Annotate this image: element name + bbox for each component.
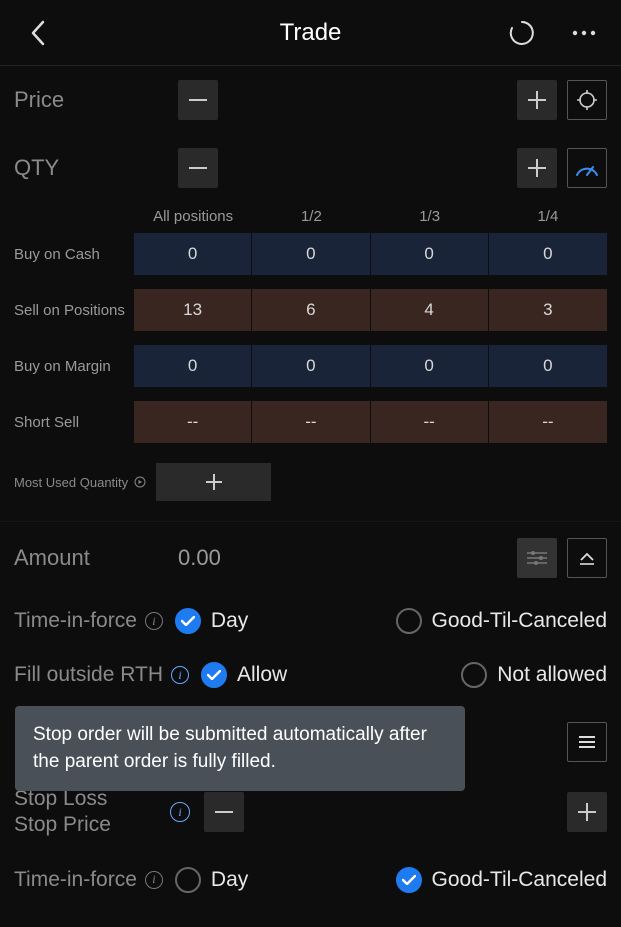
quantity-cell[interactable]: 0: [489, 345, 607, 387]
back-button[interactable]: [18, 13, 58, 53]
crosshair-icon: [575, 88, 599, 112]
quantity-row-label: Sell on Positions: [14, 302, 134, 319]
header: Trade: [0, 0, 621, 66]
most-used-row: Most Used Quantity: [0, 459, 621, 521]
price-label: Price: [14, 87, 164, 113]
plus-icon: [578, 803, 596, 821]
price-target-button[interactable]: [567, 80, 607, 120]
quantity-cell[interactable]: --: [252, 401, 370, 443]
quantity-cell[interactable]: 0: [134, 233, 252, 275]
quantity-row-label: Buy on Margin: [14, 358, 134, 375]
quantity-cell[interactable]: 0: [252, 233, 370, 275]
add-most-used-button[interactable]: [156, 463, 271, 501]
quantity-cell[interactable]: --: [371, 401, 489, 443]
price-minus-button[interactable]: [178, 80, 218, 120]
amount-collapse-button[interactable]: [567, 538, 607, 578]
qty-minus-button[interactable]: [178, 148, 218, 188]
qty-gauge-button[interactable]: [567, 148, 607, 188]
amount-row: Amount 0.00: [0, 521, 621, 594]
minus-icon: [189, 167, 207, 169]
quantity-cell[interactable]: 3: [489, 289, 607, 331]
time-in-force-row: Time-in-force i Day Good-Til-Canceled: [0, 594, 621, 648]
tooltip: Stop order will be submitted automatical…: [15, 706, 465, 791]
col-1-3: 1/3: [371, 208, 489, 225]
stop-tif-row: Time-in-force i Day Good-Til-Canceled: [0, 853, 621, 907]
stop-tif-option-day[interactable]: Day: [175, 867, 248, 893]
quantity-cell[interactable]: --: [134, 401, 252, 443]
fill-option-allow[interactable]: Allow: [201, 662, 287, 688]
quantity-row-label: Short Sell: [14, 414, 134, 431]
fill-outside-rth-row: Fill outside RTH i Allow Not allowed: [0, 648, 621, 702]
fill-option-not-allowed[interactable]: Not allowed: [461, 662, 607, 688]
stop-price-plus-button[interactable]: [567, 792, 607, 832]
minus-icon: [215, 811, 233, 813]
radio-unchecked-icon: [461, 662, 487, 688]
sliders-icon: [526, 549, 548, 567]
amount-label: Amount: [14, 545, 164, 571]
ellipsis-icon: [572, 30, 596, 36]
chevron-up-box-icon: [577, 550, 597, 566]
quantity-cell[interactable]: 4: [371, 289, 489, 331]
info-icon[interactable]: i: [145, 871, 163, 889]
tif-option-gtc[interactable]: Good-Til-Canceled: [396, 608, 607, 634]
qty-plus-button[interactable]: [517, 148, 557, 188]
info-icon[interactable]: i: [170, 802, 190, 822]
quantity-row: Buy on Margin0000: [14, 345, 607, 387]
refresh-button[interactable]: [503, 13, 541, 53]
chevron-left-icon: [29, 19, 47, 47]
plus-icon: [528, 159, 546, 177]
info-icon[interactable]: i: [145, 612, 163, 630]
expand-icon: [134, 476, 146, 488]
quantity-cell[interactable]: 0: [134, 345, 252, 387]
radio-checked-icon: [201, 662, 227, 688]
stop-tif-option-gtc[interactable]: Good-Til-Canceled: [396, 867, 607, 893]
quantity-table: All positions 1/2 1/3 1/4 Buy on Cash000…: [0, 202, 621, 459]
plus-icon: [206, 474, 222, 490]
price-plus-button[interactable]: [517, 80, 557, 120]
col-1-2: 1/2: [252, 208, 370, 225]
quantity-table-header: All positions 1/2 1/3 1/4: [14, 208, 607, 225]
col-1-4: 1/4: [489, 208, 607, 225]
tif-option-day[interactable]: Day: [175, 608, 248, 634]
col-all: All positions: [134, 208, 252, 225]
radio-unchecked-icon: [175, 867, 201, 893]
radio-checked-icon: [175, 608, 201, 634]
fill-outside-label: Fill outside RTH i: [14, 663, 189, 687]
stop-loss-price-row: Stop Loss Stop Price i: [0, 782, 621, 853]
most-used-label: Most Used Quantity: [14, 475, 146, 490]
quantity-row: Sell on Positions13643: [14, 289, 607, 331]
radio-unchecked-icon: [396, 608, 422, 634]
page-title: Trade: [280, 19, 342, 47]
gauge-icon: [574, 158, 600, 178]
stop-tif-label: Time-in-force i: [14, 868, 163, 892]
attached-order-menu-button[interactable]: [567, 722, 607, 762]
stop-price-minus-button[interactable]: [204, 792, 244, 832]
plus-icon: [528, 91, 546, 109]
more-button[interactable]: [565, 13, 603, 53]
quantity-row: Short Sell--------: [14, 401, 607, 443]
menu-icon: [577, 734, 597, 750]
quantity-cell[interactable]: 0: [371, 345, 489, 387]
quantity-row: Buy on Cash0000: [14, 233, 607, 275]
qty-label: QTY: [14, 155, 164, 181]
radio-checked-icon: [396, 867, 422, 893]
quantity-cell[interactable]: 6: [252, 289, 370, 331]
amount-value: 0.00: [178, 545, 221, 571]
price-row: Price: [0, 66, 621, 134]
quantity-cell[interactable]: --: [489, 401, 607, 443]
quantity-cell[interactable]: 0: [371, 233, 489, 275]
stop-loss-label: Stop Loss Stop Price: [14, 786, 164, 839]
qty-row: QTY: [0, 134, 621, 202]
info-icon[interactable]: i: [171, 666, 189, 684]
quantity-row-label: Buy on Cash: [14, 246, 134, 263]
amount-sliders-button[interactable]: [517, 538, 557, 578]
tif-label: Time-in-force i: [14, 609, 163, 633]
quantity-cell[interactable]: 0: [252, 345, 370, 387]
minus-icon: [189, 99, 207, 101]
refresh-icon: [509, 20, 535, 46]
quantity-cell[interactable]: 13: [134, 289, 252, 331]
quantity-cell[interactable]: 0: [489, 233, 607, 275]
